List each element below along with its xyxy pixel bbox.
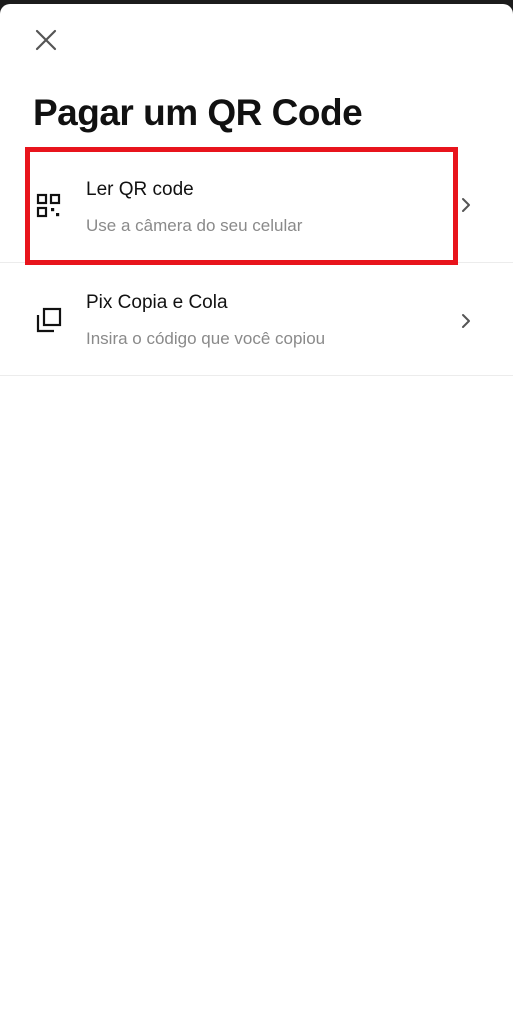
option-read-qr-code[interactable]: Ler QR code Use a câmera do seu celular [0,150,513,262]
close-icon [34,28,58,57]
page-title: Pagar um QR Code [33,92,363,133]
option-title: Pix Copia e Cola [86,292,228,313]
close-button[interactable] [30,26,62,58]
option-subtitle: Use a câmera do seu celular [86,216,303,235]
qr-code-icon [35,192,63,220]
option-pix-copia-e-cola[interactable]: Pix Copia e Cola Insira o código que voc… [0,263,513,375]
copy-icon [35,306,63,334]
option-subtitle: Insira o código que você copiou [86,329,326,348]
option-title: Ler QR code [86,179,194,200]
chevron-right-icon [458,195,474,215]
divider [0,375,513,376]
payment-sheet: Pagar um QR Code Ler QR code Use a câmer… [0,4,513,1024]
chevron-right-icon [458,311,474,331]
